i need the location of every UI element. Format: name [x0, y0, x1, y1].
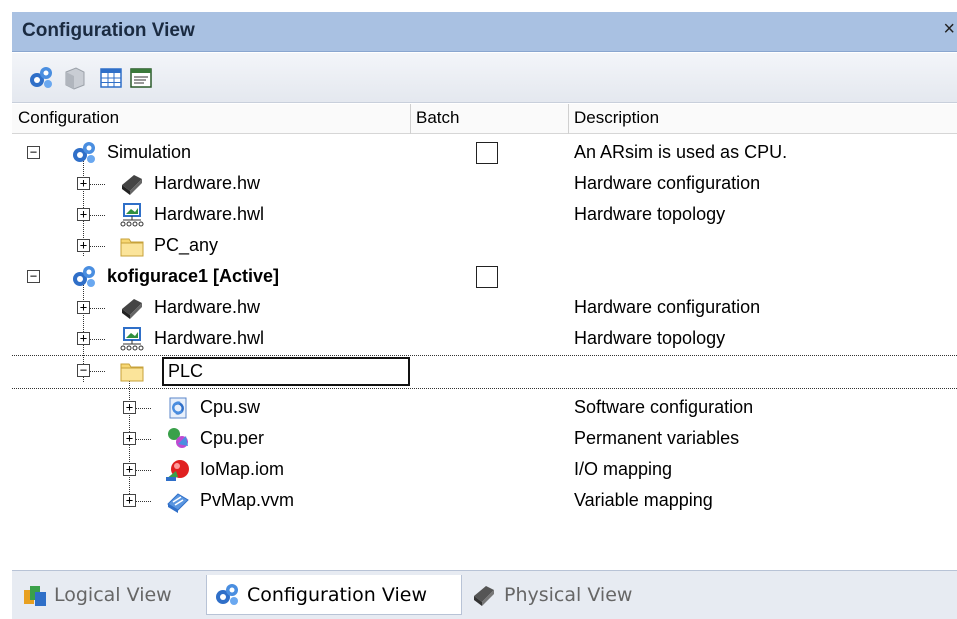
- batch-checkbox[interactable]: [476, 142, 498, 164]
- tree-node-label: kofigurace1 [Active]: [107, 266, 280, 286]
- hardware-device-icon: [474, 586, 494, 606]
- tree-node-description: Software configuration: [574, 397, 754, 417]
- selection-border: [12, 388, 957, 389]
- hardware-device-icon: [122, 299, 142, 319]
- tree-node-label: Hardware.hwl: [154, 328, 265, 348]
- collapse-icon[interactable]: −: [27, 270, 40, 283]
- tree-node-description: Hardware topology: [574, 204, 726, 224]
- config-gear-icon: [73, 266, 95, 287]
- tab-label: Physical View: [504, 584, 633, 606]
- expand-icon[interactable]: +: [77, 208, 90, 221]
- add-configuration-button[interactable]: [26, 63, 56, 93]
- tree-node-label: IoMap.iom: [200, 459, 285, 479]
- hardware-device-icon: [122, 175, 142, 195]
- tree-node-label: PvMap.vvm: [200, 490, 295, 510]
- tab-configuration-view[interactable]: Configuration View: [206, 575, 462, 615]
- tree-node-hardware-hwl[interactable]: + Hardware.hwl Hardware topology: [12, 324, 957, 355]
- tree-node-description: An ARsim is used as CPU.: [574, 142, 788, 162]
- folder-icon: [120, 238, 144, 257]
- tree-node-label: Cpu.sw: [200, 397, 261, 417]
- panel-title-bar: Configuration View ×: [12, 12, 957, 52]
- expand-icon[interactable]: +: [77, 301, 90, 314]
- tree-node-pc-any[interactable]: + PC_any: [12, 231, 957, 262]
- expand-icon[interactable]: +: [123, 432, 136, 445]
- column-header-description[interactable]: Description: [574, 108, 659, 128]
- tree-node-description: I/O mapping: [574, 459, 673, 479]
- tree-node-hardware-hw[interactable]: + Hardware.hw Hardware configuration: [12, 293, 957, 324]
- tree-node-pvmap[interactable]: + PvMap.vvm Variable mapping: [12, 486, 957, 517]
- panel-title: Configuration View: [22, 20, 195, 41]
- collapse-icon[interactable]: −: [77, 364, 90, 377]
- tab-label: Configuration View: [247, 583, 427, 606]
- hardware-button[interactable]: [60, 63, 90, 93]
- collapse-icon[interactable]: −: [27, 146, 40, 159]
- software-config-icon: [169, 397, 187, 419]
- tree-node-label: Cpu.per: [200, 428, 265, 448]
- tree-node-hardware-hwl[interactable]: + Hardware.hwl Hardware topology: [12, 200, 957, 231]
- config-gear-icon: [216, 583, 238, 605]
- permanent-variables-icon: [168, 428, 188, 448]
- expand-icon[interactable]: +: [123, 494, 136, 507]
- expand-icon[interactable]: +: [77, 177, 90, 190]
- tree-node-label: Simulation: [107, 142, 192, 162]
- tree-node-plc[interactable]: − PLC: [12, 356, 957, 387]
- topology-icon: [120, 203, 144, 227]
- expand-icon[interactable]: +: [123, 401, 136, 414]
- table-icon: [100, 68, 122, 88]
- tree-node-cpu-sw[interactable]: + Cpu.sw Software configuration: [12, 393, 957, 424]
- expand-icon[interactable]: +: [77, 332, 90, 345]
- batch-checkbox[interactable]: [476, 266, 498, 288]
- tree-node-description: Hardware topology: [574, 328, 726, 348]
- tab-logical-view[interactable]: Logical View: [22, 575, 202, 615]
- table-view-button[interactable]: [96, 63, 126, 93]
- tree-node-label: Hardware.hw: [154, 173, 261, 193]
- topology-icon: [120, 327, 144, 351]
- tree-node-label: Hardware.hw: [154, 297, 261, 317]
- expand-icon[interactable]: +: [77, 239, 90, 252]
- tree-node-hardware-hw[interactable]: + Hardware.hw Hardware configuration: [12, 169, 957, 200]
- column-divider[interactable]: [568, 104, 569, 134]
- tree-node-description: Hardware configuration: [574, 173, 761, 193]
- tree-node-kofigurace1[interactable]: − kofigurace1 [Active]: [12, 262, 957, 293]
- box-icon: [65, 67, 85, 90]
- toolbar: [12, 53, 957, 103]
- logical-view-icon: [24, 586, 46, 606]
- tree-node-label: Hardware.hwl: [154, 204, 265, 224]
- tab-physical-view[interactable]: Physical View: [470, 575, 670, 615]
- tree-node-description: Permanent variables: [574, 428, 740, 448]
- config-gear-icon: [30, 67, 52, 88]
- column-header-row: Configuration Batch Description: [12, 104, 957, 134]
- view-tab-bar: Logical View Configuration View Physical…: [12, 570, 957, 619]
- variable-mapping-icon: [167, 493, 189, 513]
- tree-node-simulation[interactable]: − Simulation An ARsim is used as CPU.: [12, 138, 957, 169]
- configuration-tree: − Simulation An ARsim is used as CPU. + …: [12, 134, 957, 569]
- close-icon[interactable]: ×: [943, 18, 955, 41]
- column-header-configuration[interactable]: Configuration: [18, 108, 119, 128]
- column-header-batch[interactable]: Batch: [416, 108, 459, 128]
- tree-node-description: Hardware configuration: [574, 297, 761, 317]
- expand-icon[interactable]: +: [123, 463, 136, 476]
- tree-node-iomap[interactable]: + IoMap.iom I/O mapping: [12, 455, 957, 486]
- column-divider[interactable]: [410, 104, 411, 134]
- rename-input[interactable]: PLC: [162, 357, 410, 386]
- config-gear-icon: [73, 142, 95, 163]
- io-mapping-icon: [166, 460, 189, 481]
- tree-node-description: Variable mapping: [574, 490, 713, 510]
- properties-button[interactable]: [126, 63, 156, 93]
- tree-node-label: PC_any: [154, 235, 219, 255]
- tab-label: Logical View: [54, 584, 172, 606]
- tree-node-cpu-per[interactable]: + Cpu.per Permanent variables: [12, 424, 957, 455]
- folder-icon: [120, 363, 144, 382]
- list-window-icon: [130, 68, 152, 88]
